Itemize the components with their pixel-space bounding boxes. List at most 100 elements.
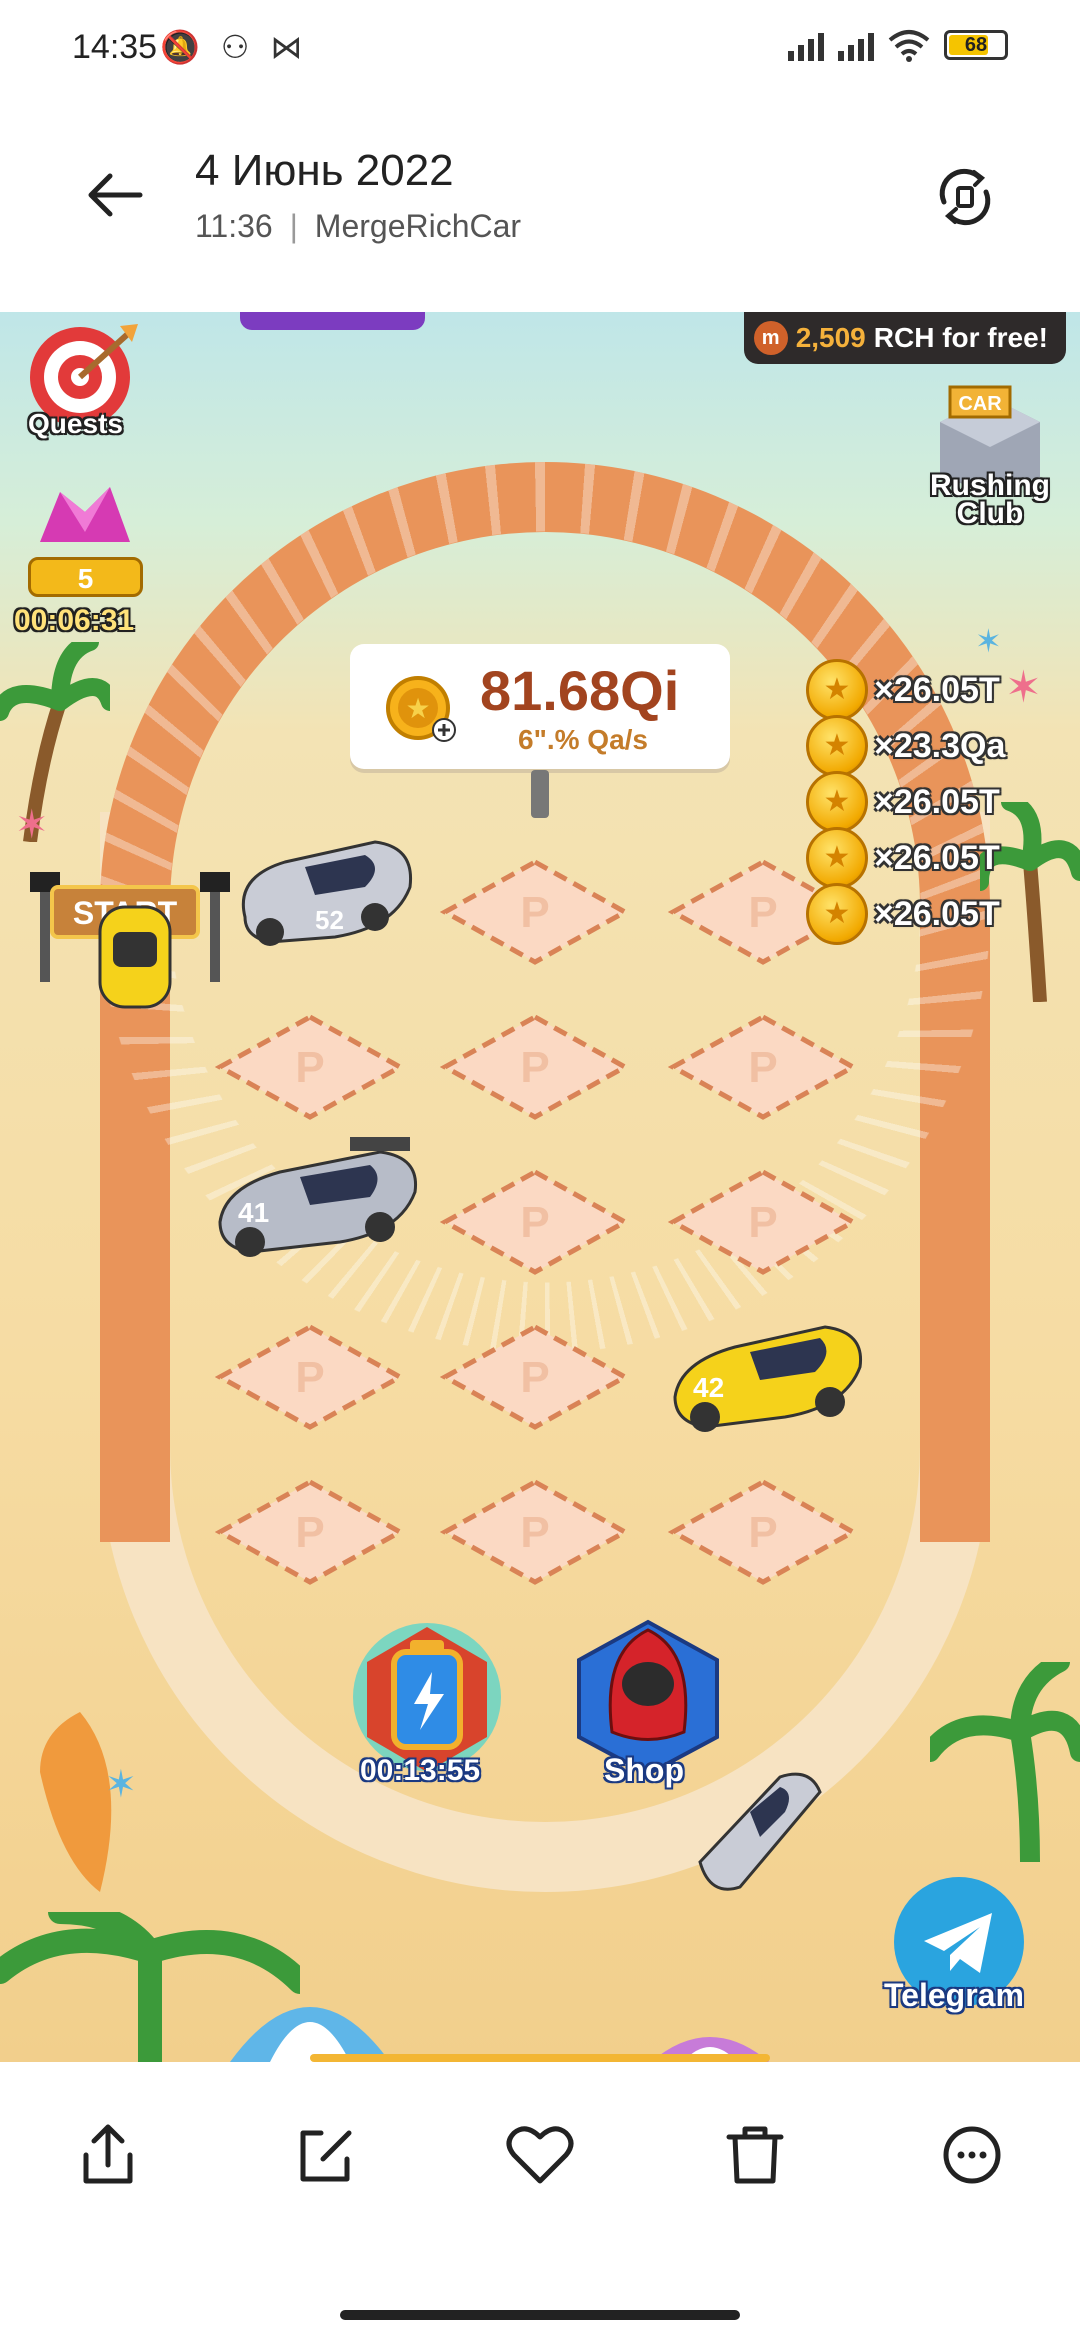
rch-amount: 2,509 [795,322,866,353]
coin-rate: 6".% Qa/s [518,724,649,755]
coin-icon [806,659,868,721]
yellow-car-icon[interactable] [85,902,185,1012]
silver-car-icon[interactable]: 52 [225,827,420,952]
car-number: 52 [315,905,344,935]
coin-multiplier-list: ×26.05T ×23.3Qa ×26.05T ×26.05T ×26.05T [806,659,1066,945]
coin-multiplier: ×26.05T [806,883,1066,945]
svg-text:P: P [748,1198,777,1247]
coin-icon [806,827,868,889]
coin-multiplier: ×26.05T [806,659,1066,721]
trash-icon[interactable] [715,2115,795,2195]
sign-pole [531,770,549,818]
wifi-icon [888,30,930,62]
status-bar: 14:35 🔕 ⚇ ⋈ 68 [0,0,1080,100]
club-label-line-1: Rushing [930,469,1050,502]
multiplier-value: ×26.05T [874,782,1000,821]
multiplier-value: ×26.05T [874,670,1000,709]
gem-level-badge: 5 [28,557,143,597]
heart-icon[interactable] [500,2115,580,2195]
parking-slot[interactable]: P [439,1012,631,1122]
club-label-line-2: Club [956,497,1024,530]
svg-text:P: P [520,888,549,937]
booster-timer: 00:13:55 [360,1754,481,1787]
parking-slot[interactable]: P [667,1012,859,1122]
rotate-icon[interactable] [930,162,1000,232]
subtitle-app: MergeRichCar [314,208,522,244]
silver-racecar-icon[interactable]: 41 [210,1127,425,1262]
edit-icon[interactable] [285,2115,365,2195]
battery-icon: 68 [944,30,1008,60]
signal-icon-2 [838,29,874,61]
subtitle-time: 11:36 [195,208,273,244]
app-header: 4 Июнь 2022 11:36 | MergeRichCar [0,100,1080,310]
rch-text: RCH for free! [873,322,1048,353]
svg-text:P: P [295,1353,324,1402]
multiplier-value: ×23.3Qa [874,726,1006,765]
svg-text:P: P [748,1508,777,1557]
coin-icon [806,771,868,833]
parking-slot[interactable]: P [667,1167,859,1277]
parking-slot[interactable]: P [439,1477,631,1587]
multiplier-value: ×26.05T [874,894,1000,933]
coin-multiplier: ×23.3Qa [806,715,1066,777]
svg-text:P: P [295,1508,324,1557]
signal-icon [788,29,824,61]
svg-text:P: P [295,1043,324,1092]
coin-plus-icon[interactable]: ★ [386,674,456,744]
svg-text:P: P [520,1353,549,1402]
palm-tree-bottom-right [930,1662,1080,1862]
multiplier-value: ×26.05T [874,838,1000,877]
battery-level: 68 [964,34,988,56]
car-number: 42 [693,1372,724,1403]
quests-label[interactable]: Quests [28,408,123,440]
status-right: 68 [788,28,1008,62]
game-screenshot: ✶ ✶ ✶ ✶ Quests 5 00:06:31 m 2,509 RCH fo… [0,312,1080,2062]
gem-icon[interactable] [30,482,140,552]
coin-multiplier: ×26.05T [806,827,1066,889]
svg-text:P: P [520,1043,549,1092]
starfish: ✶ [975,623,1002,659]
status-time: 14:35 [72,28,158,66]
page-title: 4 Июнь 2022 [195,146,454,195]
svg-text:P: P [748,888,777,937]
beach-umbrella [230,2007,390,2062]
coin-balance: 81.68Qi [480,659,680,722]
car-number: 41 [238,1197,269,1228]
more-icon[interactable] [932,2115,1012,2195]
club-label[interactable]: Rushing Club [930,469,1050,530]
beach-umbrella-2 [650,2037,770,2062]
parking-slot[interactable]: P [667,1477,859,1587]
coin-icon [806,883,868,945]
club-sign: CAR [958,393,1002,415]
svg-text:P: P [748,1043,777,1092]
coin-icon [806,715,868,777]
svg-text:P: P [520,1198,549,1247]
telegram-label[interactable]: Telegram [884,1977,1024,2014]
home-indicator[interactable] [340,2310,740,2320]
arrow-left-icon[interactable] [80,160,150,230]
yellow-sportscar-icon[interactable]: 42 [665,1302,870,1437]
rch-free-button[interactable]: m 2,509 RCH for free! [743,312,1066,364]
subtitle-separator: | [289,208,298,244]
parking-slot[interactable]: P [439,1322,631,1432]
parking-slot[interactable]: P [214,1477,406,1587]
svg-text:★: ★ [405,692,430,725]
racing-car-on-track-icon [698,1772,822,1891]
parking-slot[interactable]: P [214,1322,406,1432]
rch-coin-icon: m [753,321,788,355]
top-banner[interactable] [240,312,425,330]
page-subtitle: 11:36 | MergeRichCar [195,208,521,245]
starfish: ✶ [105,1764,137,1806]
score-board: ★ 81.68Qi 6".% Qa/s [350,644,730,769]
share-icon[interactable] [68,2115,148,2195]
status-notification-icons: 🔕 ⚇ ⋈ [160,29,309,65]
gem-timer: 00:06:31 [14,604,135,637]
starfish: ✶ [15,803,49,847]
bottom-toolbar [0,2065,1080,2295]
parking-slot[interactable]: P [214,1012,406,1122]
parking-slot[interactable]: P [439,1167,631,1277]
bottom-bar-strip [310,2054,770,2062]
coin-multiplier: ×26.05T [806,771,1066,833]
shop-label[interactable]: Shop [604,1752,684,1789]
parking-slot[interactable]: P [439,857,631,967]
